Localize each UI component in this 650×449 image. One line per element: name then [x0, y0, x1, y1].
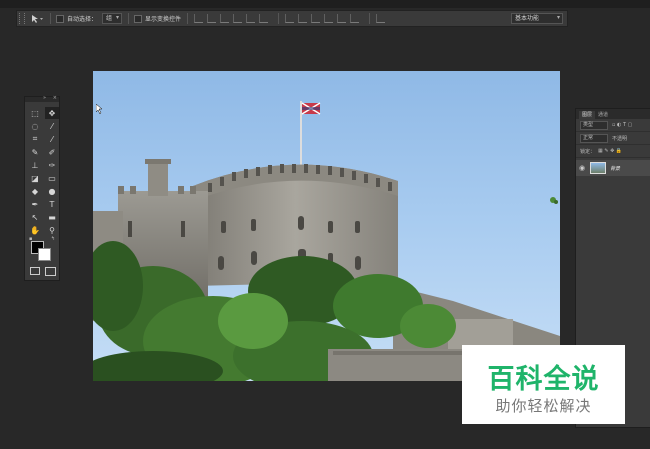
distribute-bottom-icon[interactable]	[311, 14, 321, 23]
workspace-value[interactable]: 基本功能	[511, 13, 563, 24]
background-color-swatch[interactable]	[38, 248, 51, 261]
document-canvas[interactable]	[93, 71, 560, 381]
layer-thumbnail	[590, 162, 606, 174]
separator	[278, 13, 280, 24]
distribute-hcenter-icon[interactable]	[337, 14, 347, 23]
healing-brush-icon[interactable]: ✎	[28, 146, 42, 158]
type-tool-icon[interactable]: T	[45, 198, 59, 210]
crop-tool-icon[interactable]: ⌗	[28, 133, 42, 145]
blend-mode-dropdown[interactable]: 正常	[580, 133, 609, 143]
layers-panel-tabs: 图层 通道	[576, 109, 650, 119]
separator	[187, 13, 189, 24]
auto-select-option[interactable]: 自动选择：	[56, 14, 97, 23]
auto-select-dropdown[interactable]: 组	[102, 13, 123, 24]
tools-panel-header[interactable]: » ×	[25, 95, 59, 102]
show-transform-option[interactable]: 显示变换控件	[134, 14, 181, 23]
layer-row[interactable]: ◉ 背景	[576, 160, 650, 176]
watermark-title: 百科全说	[487, 364, 600, 395]
show-transform-checkbox[interactable]	[134, 14, 143, 23]
move-tool-icon[interactable]: ✥	[45, 107, 59, 119]
move-cursor-icon	[96, 104, 103, 115]
layer-name[interactable]: 背景	[610, 165, 620, 172]
opacity-label: 不透明	[612, 135, 628, 142]
panel-grip[interactable]	[19, 13, 25, 24]
gradient-tool-icon[interactable]: ▭	[45, 172, 59, 184]
quick-mask-icon[interactable]	[30, 267, 40, 275]
marquee-tool-icon[interactable]: ⬚	[28, 107, 42, 119]
lock-label: 锁定：	[580, 148, 596, 155]
tab-channels[interactable]: 通道	[595, 111, 611, 119]
history-brush-icon[interactable]: ✑	[45, 159, 59, 171]
separator	[50, 13, 51, 24]
visibility-eye-icon[interactable]: ◉	[579, 164, 587, 172]
distribute-buttons	[285, 14, 363, 23]
blend-row: 正常 不透明	[576, 132, 650, 145]
hand-tool-icon[interactable]: ✋	[28, 224, 42, 236]
distribute-top-icon[interactable]	[285, 14, 295, 23]
align-buttons	[194, 14, 272, 23]
filter-icons[interactable]: ▫ ◐ T ▢	[612, 122, 632, 128]
lock-icons[interactable]: ▦ ✎ ✥ 🔒	[598, 148, 622, 154]
align-vcenter-icon[interactable]	[207, 14, 217, 23]
eraser-tool-icon[interactable]: ◪	[28, 172, 42, 184]
separator	[369, 13, 371, 24]
auto-select-label: 自动选择：	[67, 16, 98, 23]
kind-filter-dropdown[interactable]: 类型	[580, 120, 609, 130]
tools-panel: » × ⬚ ✥ ◌ ⁄ ⌗ ⁄ ✎ ✐ ⊥ ✑ ◪ ▭ ◆ ● ✒ T ↖ ▬ …	[24, 95, 60, 281]
shape-tool-icon[interactable]: ▬	[45, 211, 59, 223]
blur-tool-icon[interactable]: ◆	[28, 185, 42, 197]
watermark-box: 百科全说 助你轻松解决	[462, 345, 625, 424]
auto-select-value[interactable]: 组	[102, 13, 123, 24]
watermark-subtitle: 助你轻松解决	[495, 397, 592, 415]
auto-select-checkbox[interactable]	[56, 14, 64, 23]
swap-colors-icon[interactable]: ↰	[51, 236, 55, 242]
clone-stamp-icon[interactable]: ⊥	[28, 159, 42, 171]
close-icon[interactable]: ×	[53, 95, 57, 101]
align-left-icon[interactable]	[233, 14, 243, 23]
separator	[128, 13, 130, 24]
pen-tool-icon[interactable]: ✒	[28, 198, 42, 210]
screen-mode-icon[interactable]	[45, 267, 56, 276]
path-select-icon[interactable]: ↖	[28, 211, 42, 223]
zoom-tool-icon[interactable]: ⚲	[45, 224, 59, 236]
align-top-icon[interactable]	[194, 14, 204, 23]
workspace-switcher[interactable]: 基本功能	[511, 13, 563, 24]
lasso-tool-icon[interactable]: ◌	[28, 120, 42, 132]
lock-row: 锁定： ▦ ✎ ✥ 🔒	[576, 145, 650, 158]
distribute-right-icon[interactable]	[350, 14, 360, 23]
collapse-icon[interactable]: »	[43, 95, 46, 101]
show-transform-label: 显示变换控件	[145, 16, 182, 23]
align-bottom-icon[interactable]	[220, 14, 230, 23]
distribute-left-icon[interactable]	[324, 14, 334, 23]
tool-preset-picker[interactable]	[30, 14, 44, 24]
distribute-vcenter-icon[interactable]	[298, 14, 308, 23]
auto-align-icon[interactable]	[376, 14, 386, 23]
align-right-icon[interactable]	[259, 14, 269, 23]
leaf-fragment	[550, 197, 558, 204]
castle-photo	[93, 101, 560, 381]
auto-align-button	[376, 14, 389, 23]
dodge-tool-icon[interactable]: ●	[45, 185, 59, 197]
quick-select-tool-icon[interactable]: ⁄	[45, 120, 59, 132]
tab-layers[interactable]: 图层	[579, 111, 596, 119]
brush-tool-icon[interactable]: ✐	[45, 146, 59, 158]
move-tool-icon	[32, 14, 43, 23]
align-hcenter-icon[interactable]	[246, 14, 256, 23]
eyedropper-tool-icon[interactable]: ⁄	[45, 133, 59, 145]
tool-grid: ⬚ ✥ ◌ ⁄ ⌗ ⁄ ✎ ✐ ⊥ ✑ ◪ ▭ ◆ ● ✒ T ↖ ▬ ✋ ⚲	[25, 102, 59, 236]
layer-filter-row: 类型 ▫ ◐ T ▢	[576, 119, 650, 132]
options-bar: 自动选择： 组 显示变换控件 基本功能	[16, 10, 568, 27]
application-bar	[0, 0, 650, 8]
